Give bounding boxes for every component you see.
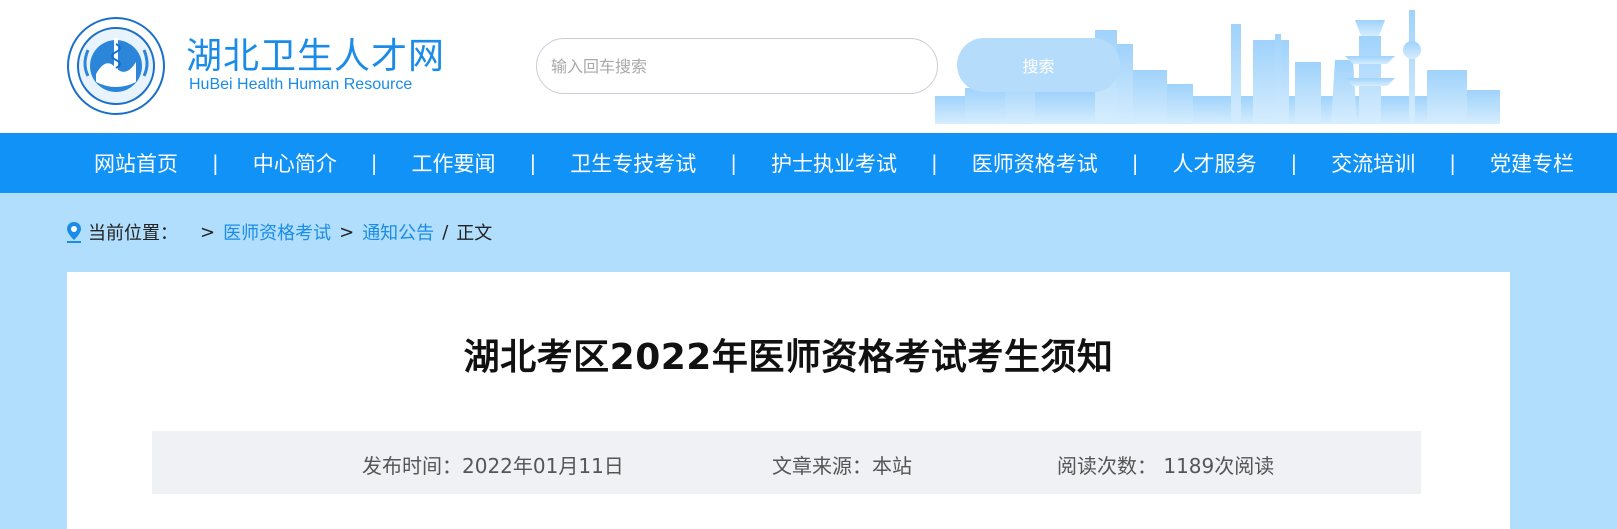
nav-separator: |: [529, 151, 537, 175]
nav-separator: |: [1131, 151, 1139, 175]
nav-separator: |: [1290, 151, 1298, 175]
main-nav: 网站首页 | 中心简介 | 工作要闻 | 卫生专技考试 | 护士执业考试 | 医…: [0, 133, 1617, 193]
nav-item-training[interactable]: 交流培训: [1297, 148, 1449, 178]
nav-item-physician-exam[interactable]: 医师资格考试: [938, 148, 1132, 178]
nav-item-news[interactable]: 工作要闻: [378, 148, 530, 178]
breadcrumb-link-notices[interactable]: 通知公告: [362, 219, 434, 245]
nav-separator: |: [212, 151, 219, 175]
article-panel: 湖北考区2022年医师资格考试考生须知 发布时间：2022年01月11日 文章来…: [67, 272, 1510, 529]
breadcrumb-label: 当前位置：: [88, 223, 178, 244]
nav-item-party-column[interactable]: 党建专栏: [1456, 148, 1608, 178]
breadcrumb-separator: >: [200, 221, 216, 243]
nav-item-about[interactable]: 中心简介: [219, 148, 371, 178]
nav-separator: |: [730, 151, 737, 175]
breadcrumb: 当前位置： > 医师资格考试 > 通知公告 / 正文: [66, 219, 492, 245]
breadcrumb-separator: >: [339, 221, 355, 243]
nav-separator: |: [1449, 151, 1456, 175]
breadcrumb-link-physician-exam[interactable]: 医师资格考试: [223, 219, 331, 245]
article-meta-bar: 发布时间：2022年01月11日 文章来源：本站 阅读次数： 1189次阅读: [152, 431, 1421, 494]
hubei-health-emblem-icon[interactable]: [66, 16, 166, 116]
nav-item-nurse-exam[interactable]: 护士执业考试: [737, 148, 931, 178]
nav-item-home[interactable]: 网站首页: [60, 148, 212, 178]
location-pin-icon: [67, 222, 81, 243]
view-count: 阅读次数： 1189次阅读: [1057, 454, 1275, 478]
nav-item-health-tech-exam[interactable]: 卫生专技考试: [536, 148, 730, 178]
site-header: 湖北卫生人才网 HuBei Health Human Resource 搜索: [0, 0, 1617, 133]
site-title[interactable]: 湖北卫生人才网: [186, 27, 445, 79]
site-subtitle: HuBei Health Human Resource: [189, 76, 413, 93]
nav-separator: |: [931, 151, 938, 175]
publish-date: 发布时间：2022年01月11日: [362, 454, 624, 478]
search-input[interactable]: [536, 38, 938, 94]
breadcrumb-current: 正文: [456, 223, 493, 244]
nav-item-talent-service[interactable]: 人才服务: [1139, 148, 1291, 178]
article-source: 文章来源：本站: [772, 454, 912, 478]
nav-separator: |: [370, 151, 378, 175]
breadcrumb-current-separator: /: [442, 221, 449, 243]
article-title: 湖北考区2022年医师资格考试考生须知: [463, 337, 1114, 378]
search-button[interactable]: 搜索: [957, 38, 1120, 92]
